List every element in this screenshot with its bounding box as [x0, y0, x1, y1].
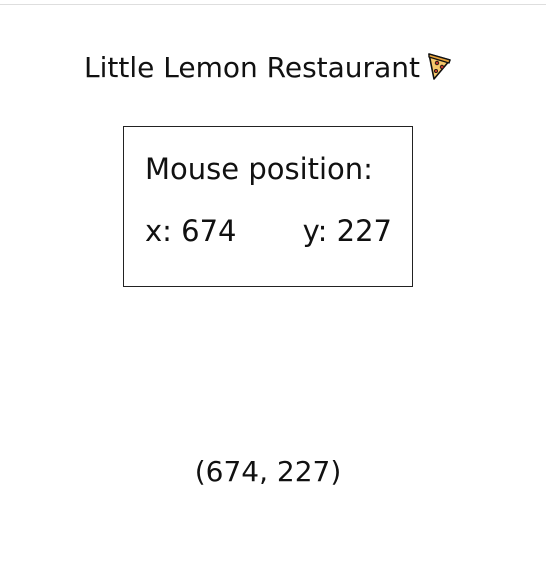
- mouse-position-heading: Mouse position:: [145, 152, 373, 186]
- page-title: Little Lemon Restaurant: [0, 50, 536, 86]
- coordinate-pair-text: (674, 227): [194, 455, 342, 488]
- top-divider: [0, 4, 546, 5]
- page-title-text: Little Lemon Restaurant: [84, 51, 420, 84]
- pizza-icon: [426, 51, 452, 81]
- app-root: Little Lemon Restaurant Mouse position: …: [0, 0, 546, 561]
- mouse-position-panel: Mouse position: x: 674 y: 227: [123, 126, 413, 287]
- mouse-x-value: x: 674: [145, 214, 237, 248]
- mouse-y-value: y: 227: [302, 214, 392, 248]
